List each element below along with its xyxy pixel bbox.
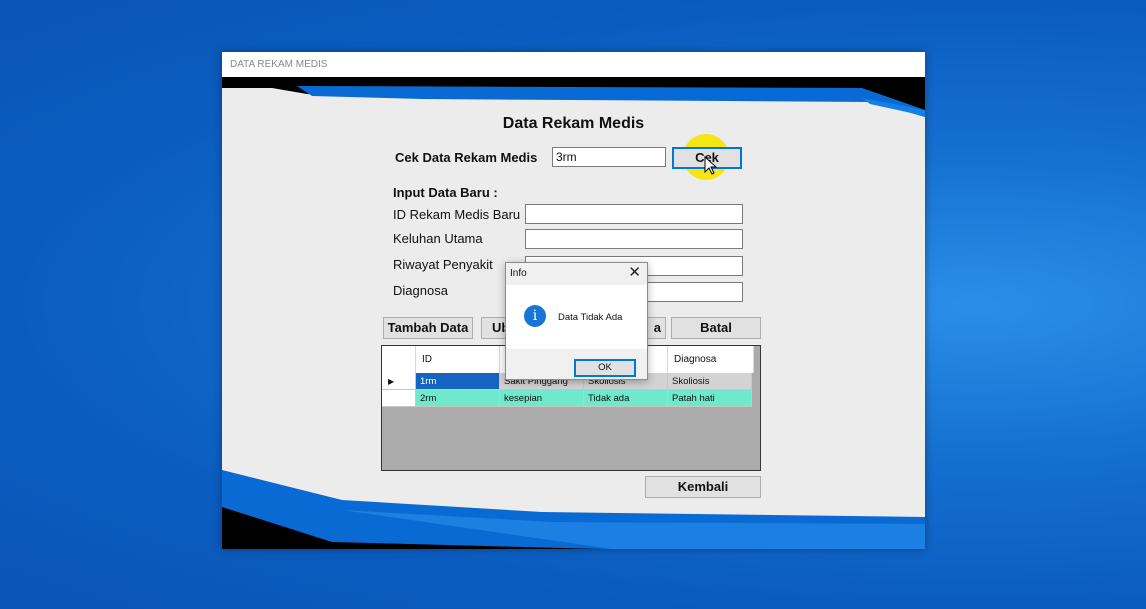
field-label-diagnosa: Diagnosa (393, 283, 448, 298)
info-dialog[interactable]: Info ✕ i Data Tidak Ada OK (505, 262, 648, 380)
dialog-title: Info (510, 268, 527, 279)
info-icon: i (524, 305, 546, 327)
table-cell[interactable]: Patah hati (668, 390, 752, 407)
dialog-body: i Data Tidak Ada (506, 285, 647, 349)
id-rekam-medis-input[interactable] (525, 204, 743, 224)
kembali-button[interactable]: Kembali (645, 476, 761, 498)
table-cell[interactable]: Skoliosis (668, 373, 752, 390)
dialog-message: Data Tidak Ada (558, 312, 623, 323)
window-title: DATA REKAM MEDIS (222, 52, 925, 77)
batal-button[interactable]: Batal (671, 317, 761, 339)
row-selector-icon[interactable]: ▶ (382, 373, 416, 390)
table-cell[interactable]: 2rm (416, 390, 500, 407)
close-icon[interactable]: ✕ (628, 263, 641, 281)
cursor-icon (704, 156, 718, 175)
field-label-id: ID Rekam Medis Baru (393, 207, 521, 222)
column-header-id[interactable]: ID (416, 346, 500, 373)
keluhan-utama-input[interactable] (525, 229, 743, 249)
field-label-keluhan: Keluhan Utama (393, 231, 483, 246)
check-input[interactable]: 3rm (552, 147, 666, 167)
input-section-heading: Input Data Baru : (393, 185, 498, 200)
table-cell[interactable]: kesepian (500, 390, 584, 407)
table-cell[interactable]: 1rm (416, 373, 500, 390)
field-label-riwayat: Riwayat Penyakit (393, 257, 493, 272)
row-header-corner (382, 346, 416, 373)
check-label: Cek Data Rekam Medis (395, 150, 538, 165)
tambah-data-button[interactable]: Tambah Data (383, 317, 473, 339)
row-selector[interactable] (382, 390, 416, 407)
page-title: Data Rekam Medis (502, 115, 645, 132)
column-header-diagnosa[interactable]: Diagnosa (668, 346, 754, 373)
ok-button[interactable]: OK (574, 359, 636, 377)
table-cell[interactable]: Tidak ada (584, 390, 668, 407)
